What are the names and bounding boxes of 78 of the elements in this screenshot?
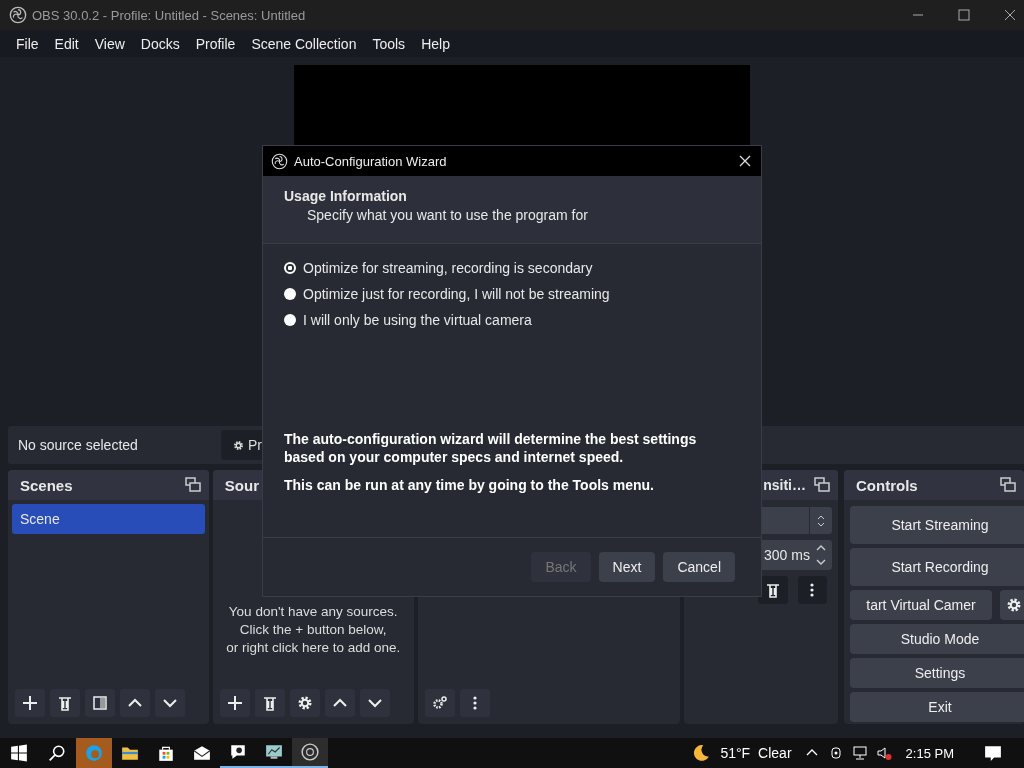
- page-heading: Usage Information: [284, 188, 408, 204]
- trash-icon: [261, 695, 278, 711]
- gradient-square-icon: [92, 695, 108, 711]
- app-logo-icon: [271, 152, 288, 170]
- temperature: 51°F: [720, 745, 751, 761]
- more-options-button[interactable]: [797, 576, 827, 604]
- control-button[interactable]: Studio Mode: [850, 624, 1024, 654]
- kebab-menu-icon: [810, 583, 815, 597]
- control-button[interactable]: Exit: [850, 692, 1024, 722]
- dock-title: nsiti…: [763, 477, 806, 493]
- app-logo-icon: [9, 6, 27, 24]
- empty-sources-message: You don't have any sources. Click the + button below, or right click here to add one.: [226, 603, 401, 657]
- clock[interactable]: 2:15 PM: [905, 745, 954, 761]
- radio-button[interactable]: [284, 314, 296, 326]
- close-icon[interactable]: [1004, 9, 1016, 21]
- move-up-button[interactable]: [120, 689, 150, 717]
- network-icon[interactable]: [851, 745, 868, 761]
- menu-item[interactable]: File: [8, 35, 47, 52]
- control-button[interactable]: Settings: [850, 658, 1024, 688]
- add-button[interactable]: [15, 689, 45, 717]
- undock-icon[interactable]: [814, 477, 830, 493]
- notifications-icon[interactable]: [984, 744, 1002, 762]
- gear-icon: [1006, 597, 1022, 613]
- menu-item[interactable]: Profile: [187, 35, 244, 52]
- trash-icon: [57, 695, 73, 711]
- weather-condition: Clear: [758, 745, 792, 761]
- plus-icon: [226, 695, 243, 711]
- add-button[interactable]: [219, 689, 250, 717]
- radio-button[interactable]: [284, 288, 296, 300]
- settings-button[interactable]: [424, 689, 455, 717]
- window-title: OBS 30.0.2 - Profile: Untitled - Scenes: Untitled: [32, 7, 306, 23]
- option-label[interactable]: Optimize for streaming, recording is secondary: [303, 260, 593, 276]
- start-icon[interactable]: [10, 744, 28, 762]
- kebab-menu-icon: [472, 696, 477, 710]
- spinner-arrows-icon[interactable]: [816, 543, 826, 567]
- menu-item[interactable]: View: [86, 35, 133, 52]
- gears-icon: [431, 695, 448, 711]
- undock-icon[interactable]: [1000, 477, 1016, 493]
- dock-title: Scenes: [20, 476, 73, 494]
- maximize-icon[interactable]: [958, 9, 970, 21]
- control-button[interactable]: tart Virtual Camer: [850, 590, 992, 620]
- dock-title: Sour: [224, 476, 259, 494]
- delete-button[interactable]: [50, 689, 80, 717]
- menu-item[interactable]: Tools: [364, 35, 414, 52]
- menu-item[interactable]: Docks: [132, 35, 188, 52]
- option-label[interactable]: Optimize just for recording, I will not be streaming: [303, 286, 610, 302]
- dialog-button[interactable]: Next: [598, 552, 656, 582]
- info-text: This can be run at any time by going to the Tools menu.: [284, 476, 655, 494]
- source-status: No source selected: [18, 437, 139, 453]
- plus-icon: [22, 695, 38, 711]
- menu-item[interactable]: Edit: [46, 35, 87, 52]
- properties-button[interactable]: Pr: [221, 430, 262, 460]
- control-button[interactable]: Start Recording: [850, 548, 1024, 586]
- info-text: The auto-configuration wizard will determine the best settings based on your computer specs and internet speed.: [284, 430, 698, 466]
- undock-icon[interactable]: [184, 477, 201, 493]
- search-icon[interactable]: [48, 744, 66, 762]
- option-label[interactable]: I will only be using the virtual camera: [303, 312, 532, 328]
- control-button[interactable]: Start Streaming: [850, 506, 1024, 544]
- dialog-button[interactable]: Cancel: [663, 552, 735, 582]
- dialog-title: Auto-Configuration Wizard: [294, 153, 447, 169]
- scene-item[interactable]: Scene: [12, 504, 205, 534]
- radio-button[interactable]: [284, 262, 296, 274]
- more-options-button[interactable]: [459, 689, 490, 717]
- move-down-button[interactable]: [359, 689, 390, 717]
- move-up-button[interactable]: [324, 689, 355, 717]
- menu-item[interactable]: Help: [413, 35, 458, 52]
- move-down-button[interactable]: [155, 689, 185, 717]
- dock-title: Controls: [856, 476, 918, 494]
- menu-item[interactable]: Scene Collection: [243, 35, 365, 52]
- speaker-muted-icon[interactable]: [875, 745, 892, 761]
- filters-button[interactable]: [85, 689, 115, 717]
- moon-icon: [692, 744, 711, 762]
- trash-icon: [764, 582, 781, 598]
- obs-taskbar-icon[interactable]: [292, 738, 328, 768]
- page-subheading: Specify what you want to use the program for: [306, 207, 589, 223]
- gear-icon: [296, 695, 313, 711]
- delete-button[interactable]: [254, 689, 285, 717]
- settings-button[interactable]: [289, 689, 320, 717]
